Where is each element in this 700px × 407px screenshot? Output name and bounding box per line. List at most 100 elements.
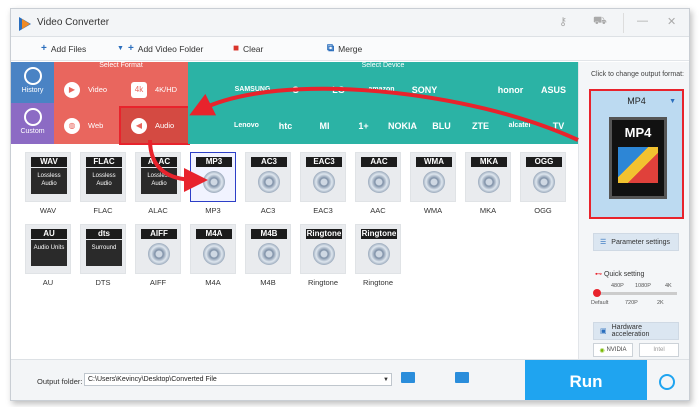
hd-category[interactable]: 4k 4K/HD	[121, 72, 188, 107]
web-category[interactable]: ◍ Web	[54, 108, 121, 143]
format-item[interactable]: WAV Lossless Audio WAV	[25, 152, 71, 216]
device-brand[interactable]: SONY	[403, 72, 446, 107]
output-folder-label: Output folder:	[37, 377, 83, 386]
format-item[interactable]: M4A M4A	[190, 224, 236, 288]
device-brand[interactable]: G	[274, 72, 317, 107]
format-name: AU	[42, 278, 54, 287]
alarm-clock-icon[interactable]	[659, 374, 675, 390]
format-item[interactable]: MP3 MP3	[190, 152, 236, 216]
close-icon[interactable]: ✕	[667, 15, 676, 28]
device-brand[interactable]: LG	[317, 72, 360, 107]
history-icon	[23, 67, 42, 85]
format-item[interactable]: AAC AAC	[355, 152, 401, 216]
format-item[interactable]: AIFF AIFF	[135, 224, 181, 288]
format-item[interactable]: M4B M4B	[245, 224, 291, 288]
audio-category[interactable]: ◀ Audio	[119, 106, 190, 145]
format-name: EAC3	[313, 206, 333, 215]
custom-label: Custom	[20, 128, 45, 135]
4k-icon: 4k	[131, 81, 147, 98]
custom-button[interactable]: Custom	[11, 103, 54, 144]
select-device-heading: Select Device	[361, 62, 405, 69]
format-item[interactable]: AU Audio Units AU	[25, 224, 71, 288]
folder-icon[interactable]	[401, 372, 415, 383]
output-folder-field[interactable]: C:\Users\Kevincy\Desktop\Converted File …	[84, 373, 392, 386]
device-brand[interactable]: amazon	[360, 72, 403, 107]
format-card: MKA	[465, 152, 511, 202]
format-badge: M4A	[196, 229, 232, 239]
format-badge: dts	[86, 229, 122, 239]
device-brand[interactable]: TV	[539, 108, 578, 143]
format-item[interactable]: OGG OGG	[520, 152, 566, 216]
tick-4k: 4K	[665, 283, 672, 289]
device-brand[interactable]	[446, 72, 489, 107]
format-subtitle: Audio Units	[31, 240, 67, 266]
audio-disc-icon	[258, 243, 280, 265]
format-card: AU Audio Units	[25, 224, 71, 274]
intel-toggle[interactable]: Intel	[639, 343, 679, 357]
format-item[interactable]: dts Surround DTS	[80, 224, 126, 288]
clear-button[interactable]: ■ Clear	[233, 43, 263, 54]
trash-icon: ■	[233, 43, 240, 54]
speaker-icon: ◀	[131, 117, 147, 134]
output-format-selector[interactable]: MP4 ▼ MP4	[589, 89, 684, 219]
dropdown-arrow-icon: ▼	[117, 45, 124, 52]
device-brand[interactable]: SAMSUNG	[231, 72, 274, 107]
device-brand[interactable]: ZTE	[461, 108, 500, 143]
tick-1080p: 1080P	[635, 283, 651, 289]
format-item[interactable]: ALAC Lossless Audio ALAC	[135, 152, 181, 216]
minimize-icon[interactable]: —	[637, 15, 648, 27]
open-folder-icon[interactable]	[455, 372, 469, 383]
format-item[interactable]: Ringtone Ringtone	[300, 224, 346, 288]
cart-icon[interactable]: ⛟	[593, 15, 607, 29]
format-item[interactable]: EAC3 EAC3	[300, 152, 346, 216]
format-item[interactable]: MKA MKA	[465, 152, 511, 216]
format-badge: AU	[31, 229, 67, 239]
format-item[interactable]: Ringtone Ringtone	[355, 224, 401, 288]
format-item[interactable]: FLAC Lossless Audio FLAC	[80, 152, 126, 216]
key-icon[interactable]: ⚷	[559, 15, 567, 28]
device-brand[interactable]: honor	[489, 72, 532, 107]
device-brand[interactable]: MI	[305, 108, 344, 143]
device-brand[interactable]: alcatel	[500, 108, 539, 143]
format-badge: AAC	[361, 157, 397, 167]
format-card: Ringtone	[355, 224, 401, 274]
hardware-acceleration-button[interactable]: ▣ Hardware acceleration	[593, 322, 679, 340]
audio-label: Audio	[155, 121, 175, 130]
select-format-heading: Select Format	[99, 62, 143, 69]
add-video-folder-button[interactable]: ▼ + Add Video Folder	[117, 43, 203, 54]
format-badge: WAV	[31, 157, 67, 167]
format-name: WAV	[39, 206, 57, 215]
format-item[interactable]: WMA WMA	[410, 152, 456, 216]
click-to-change-label: Click to change output format:	[591, 71, 684, 78]
nvidia-toggle[interactable]: ◉ NVIDIA	[593, 343, 633, 357]
device-brand[interactable]: Lenovo	[227, 108, 266, 143]
device-brand[interactable]: 1+	[344, 108, 383, 143]
format-name: M4A	[205, 278, 221, 287]
hardware-acceleration-label: Hardware acceleration	[611, 324, 650, 338]
run-button[interactable]: Run	[525, 360, 647, 400]
video-label: Video	[88, 85, 108, 94]
quality-slider[interactable]	[593, 289, 677, 297]
audio-disc-icon	[313, 171, 335, 193]
history-button[interactable]: History	[11, 62, 54, 103]
format-badge: WMA	[416, 157, 452, 167]
merge-button[interactable]: ⧉ Merge	[327, 43, 362, 54]
device-brand[interactable]: ASUS	[532, 72, 575, 107]
format-selection-area: History Custom Select Format ▶ Video 4k …	[11, 62, 578, 359]
device-brand[interactable]	[188, 108, 227, 143]
format-card: dts Surround	[80, 224, 126, 274]
format-item[interactable]: AC3 AC3	[245, 152, 291, 216]
select-device-panel: Select Device SAMSUNG G LG amazon SONY honor A…	[188, 62, 578, 144]
add-files-button[interactable]: + Add Files	[41, 43, 86, 54]
chevron-down-icon[interactable]: ▼	[383, 375, 389, 386]
device-brand[interactable]: BLU	[422, 108, 461, 143]
format-badge: EAC3	[306, 157, 342, 167]
format-name: AIFF	[149, 278, 167, 287]
parameter-settings-button[interactable]: ☰ Parameter settings	[593, 233, 679, 251]
device-brand[interactable]	[188, 72, 231, 107]
device-brand[interactable]: NOKIA	[383, 108, 422, 143]
video-category[interactable]: ▶ Video	[54, 72, 121, 107]
format-card: OGG	[520, 152, 566, 202]
quality-slider-knob[interactable]	[593, 289, 601, 297]
device-brand[interactable]: htc	[266, 108, 305, 143]
